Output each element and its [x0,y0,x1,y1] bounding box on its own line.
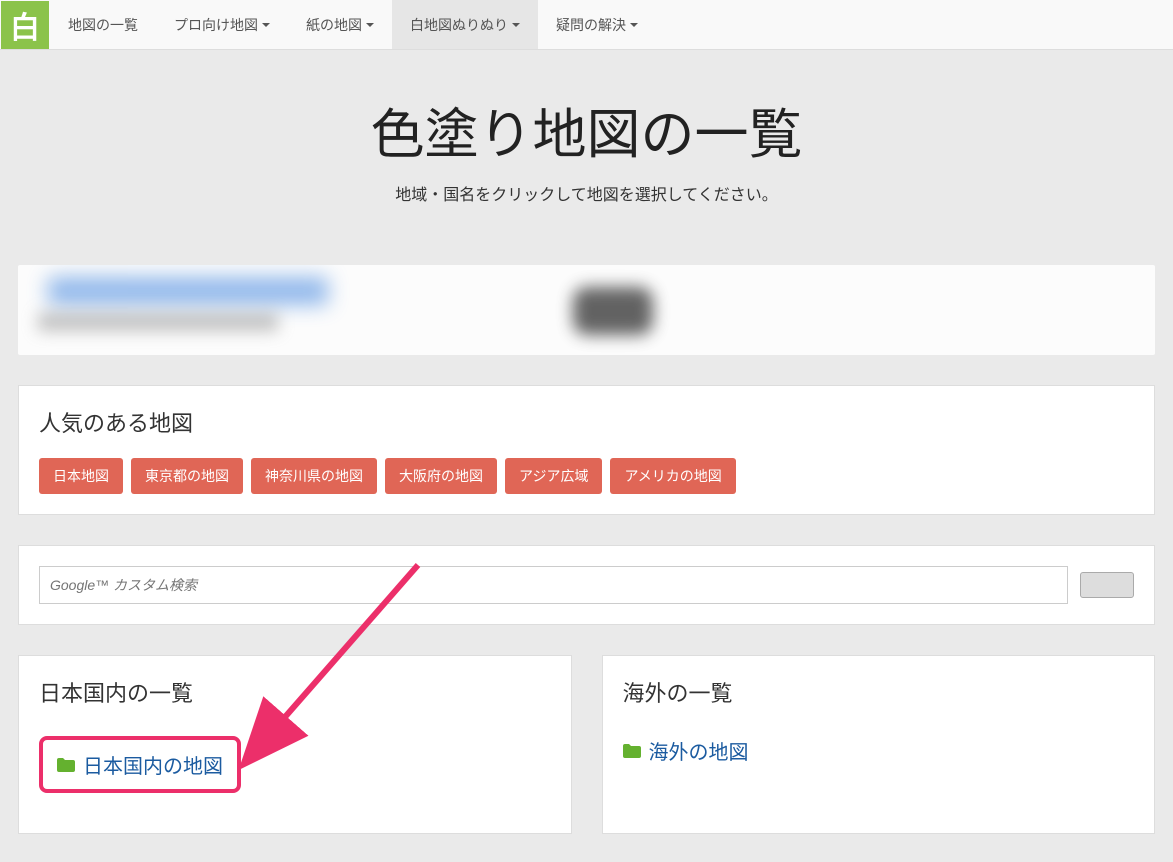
page-subtitle: 地域・国名をクリックして地図を選択してください。 [18,181,1155,205]
chevron-down-icon [512,23,520,27]
domestic-heading: 日本国内の一覧 [39,676,551,708]
brand-logo[interactable]: 白 [1,1,49,49]
search-input[interactable] [39,566,1068,604]
overseas-panel: 海外の一覧 海外の地図 [602,655,1156,834]
chevron-down-icon [630,23,638,27]
nav-nurinuri[interactable]: 白地図ぬりぬり [392,0,538,49]
overseas-heading: 海外の一覧 [623,676,1135,708]
domestic-panel: 日本国内の一覧 日本国内の地図 [18,655,572,834]
nav-map-list[interactable]: 地図の一覧 [50,0,156,49]
popular-pill-row: 日本地図 東京都の地図 神奈川県の地図 大阪府の地図 アジア広域 アメリカの地図 [39,458,1134,494]
nav-faq[interactable]: 疑問の解決 [538,0,656,49]
navbar: 白 地図の一覧 プロ向け地図 紙の地図 白地図ぬりぬり 疑問の解決 [0,0,1173,50]
highlight-callout: 日本国内の地図 [39,736,241,793]
pill-tokyo[interactable]: 東京都の地図 [131,458,243,494]
domestic-map-link[interactable]: 日本国内の地図 [57,750,223,779]
link-label: 海外の地図 [649,736,749,765]
pill-japan[interactable]: 日本地図 [39,458,123,494]
popular-heading: 人気のある地図 [39,406,1134,438]
page-title: 色塗り地図の一覧 [18,90,1155,169]
pill-osaka[interactable]: 大阪府の地図 [385,458,497,494]
overseas-map-link[interactable]: 海外の地図 [623,736,1135,765]
nav-label: プロ向け地図 [174,15,258,35]
nav-label: 白地図ぬりぬり [410,15,508,35]
pill-asia[interactable]: アジア広域 [505,458,602,494]
link-label: 日本国内の地図 [83,750,223,779]
search-button[interactable] [1080,572,1134,598]
search-panel [18,545,1155,625]
ad-banner [18,265,1155,355]
nav-paper-map[interactable]: 紙の地図 [288,0,392,49]
nav-label: 地図の一覧 [68,15,138,35]
popular-panel: 人気のある地図 日本地図 東京都の地図 神奈川県の地図 大阪府の地図 アジア広域… [18,385,1155,515]
chevron-down-icon [366,23,374,27]
pill-kanagawa[interactable]: 神奈川県の地図 [251,458,377,494]
folder-icon [57,758,77,772]
pill-america[interactable]: アメリカの地図 [610,458,735,494]
folder-icon [623,744,643,758]
nav-label: 紙の地図 [306,15,362,35]
hero: 色塗り地図の一覧 地域・国名をクリックして地図を選択してください。 [18,50,1155,265]
chevron-down-icon [262,23,270,27]
nav-label: 疑問の解決 [556,15,626,35]
nav-pro-map[interactable]: プロ向け地図 [156,0,288,49]
